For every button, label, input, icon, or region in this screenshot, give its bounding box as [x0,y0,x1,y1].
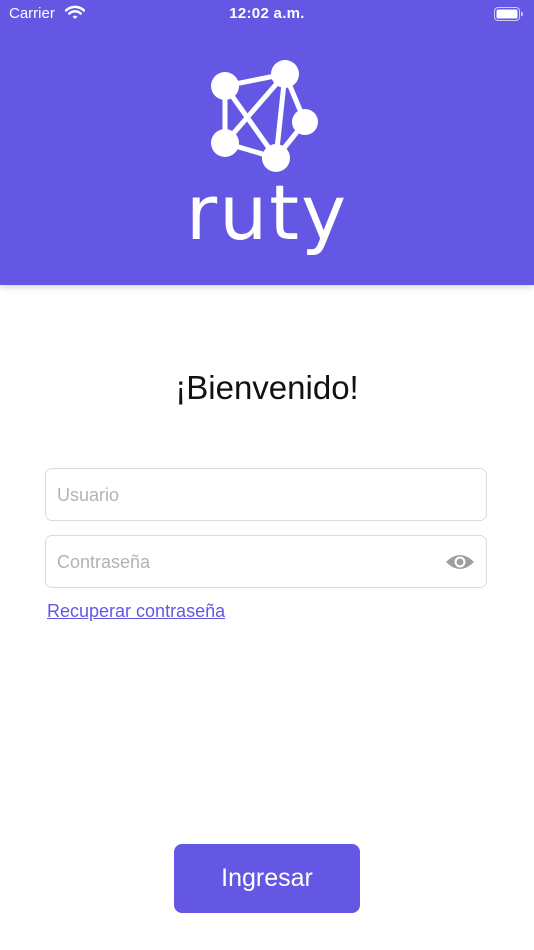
welcome-heading: ¡Bienvenido! [175,369,359,406]
logo-text: ruty [185,168,349,257]
status-bar: Carrier 12:02 a.m. [0,0,534,28]
username-field[interactable] [45,468,487,522]
login-button[interactable]: Ingresar [174,844,360,913]
username-input[interactable] [55,469,439,522]
recover-password-link[interactable]: Recuperar contraseña [47,601,225,622]
app-header: Carrier 12:02 a.m. ruty [0,0,534,285]
password-input[interactable] [55,536,439,589]
battery-icon [494,7,524,25]
status-time: 12:02 a.m. [229,5,305,22]
network-graph-logo-icon [208,60,323,180]
password-field[interactable] [45,535,487,589]
eye-icon[interactable] [445,551,475,578]
